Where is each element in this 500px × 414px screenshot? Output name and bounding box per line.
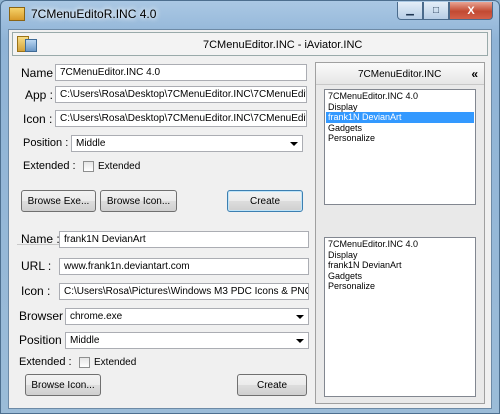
list-item[interactable]: frank1N DevianArt	[326, 260, 474, 271]
link-browser-select[interactable]: chrome.exe	[65, 308, 309, 325]
app-icon-label: Icon :	[23, 112, 53, 126]
link-extended-checkbox[interactable]	[79, 357, 90, 368]
chevron-down-icon	[296, 315, 304, 319]
collapse-icon[interactable]: «	[471, 67, 478, 81]
list-item[interactable]: Gadgets	[326, 123, 474, 134]
browse-exe-button[interactable]: Browse Exe...	[21, 190, 96, 212]
list-item[interactable]: Display	[326, 250, 474, 261]
maximize-button[interactable]: □	[423, 2, 449, 20]
side-panel-title: 7CMenuEditor.INC	[358, 69, 442, 80]
link-url-input[interactable]: www.frank1n.deviantart.com	[59, 258, 309, 275]
chevron-down-icon	[296, 339, 304, 343]
side-panel-header: 7CMenuEditor.INC «	[316, 63, 484, 85]
link-icon-label: Icon :	[21, 284, 51, 298]
side-panel: 7CMenuEditor.INC « 7CMenuEditor.INC 4.0 …	[315, 62, 485, 404]
app-path-label: App :	[25, 88, 54, 102]
app-extended-check-label: Extended	[98, 161, 141, 172]
header-strip: 7CMenuEditor.INC - iAviator.INC	[12, 32, 488, 56]
link-name-label: Name :	[21, 232, 60, 246]
menu-list-top[interactable]: 7CMenuEditor.INC 4.0 Display frank1N Dev…	[324, 89, 476, 205]
link-browser-label: Browser :	[19, 309, 70, 323]
app-position-value: Middle	[76, 138, 106, 149]
app-position-label: Position :	[23, 137, 69, 149]
client-area: 7CMenuEditor.INC - iAviator.INC Name : 7…	[8, 29, 492, 409]
link-create-button[interactable]: Create	[237, 374, 307, 396]
close-button[interactable]: X	[449, 2, 493, 20]
app-icon-input[interactable]: C:\Users\Rosa\Desktop\7CMenuEditor.INC\7…	[55, 110, 307, 127]
app-extended-checkbox[interactable]	[83, 161, 94, 172]
app-extended-label: Extended :	[23, 160, 76, 172]
app-name-label: Name :	[21, 66, 60, 80]
list-item[interactable]: Personalize	[326, 281, 474, 292]
link-name-input[interactable]: frank1N DevianArt	[59, 231, 309, 248]
list-item[interactable]: 7CMenuEditor.INC 4.0	[326, 91, 474, 102]
link-extended-label: Extended :	[19, 356, 72, 368]
window-title: 7CMenuEditoR.INC 4.0	[31, 7, 157, 21]
link-position-value: Middle	[70, 335, 100, 346]
link-position-label: Position :	[19, 333, 69, 347]
list-item[interactable]: 7CMenuEditor.INC 4.0	[326, 239, 474, 250]
list-item[interactable]: Personalize	[326, 133, 474, 144]
chevron-down-icon	[290, 142, 298, 146]
app-path-input[interactable]: C:\Users\Rosa\Desktop\7CMenuEditor.INC\7…	[55, 86, 307, 103]
link-extended-check-label: Extended	[94, 357, 137, 368]
menu-list-bottom[interactable]: 7CMenuEditor.INC 4.0 Display frank1N Dev…	[324, 237, 476, 397]
link-position-select[interactable]: Middle	[65, 332, 309, 349]
app-create-button[interactable]: Create	[227, 190, 303, 212]
app-position-select[interactable]: Middle	[71, 135, 303, 152]
app-name-input[interactable]: 7CMenuEditor.INC 4.0	[55, 64, 307, 81]
app-icon	[9, 7, 25, 21]
link-browser-value: chrome.exe	[70, 311, 123, 322]
main-window: 7CMenuEditoR.INC 4.0 ▁ □ X 7CMenuEditor.…	[0, 0, 500, 414]
list-item-selected[interactable]: frank1N DevianArt	[326, 112, 474, 123]
list-item[interactable]: Display	[326, 102, 474, 113]
link-icon-input[interactable]: C:\Users\Rosa\Pictures\Windows M3 PDC Ic…	[59, 283, 309, 300]
minimize-button[interactable]: ▁	[397, 2, 423, 20]
app-browse-icon-button[interactable]: Browse Icon...	[100, 190, 177, 212]
link-browse-icon-button[interactable]: Browse Icon...	[25, 374, 101, 396]
menu-editor-icon	[17, 36, 37, 52]
list-item[interactable]: Gadgets	[326, 271, 474, 282]
link-url-label: URL :	[21, 259, 52, 273]
title-bar[interactable]: 7CMenuEditoR.INC 4.0 ▁ □ X	[1, 1, 499, 27]
header-title: 7CMenuEditor.INC - iAviator.INC	[203, 39, 363, 51]
